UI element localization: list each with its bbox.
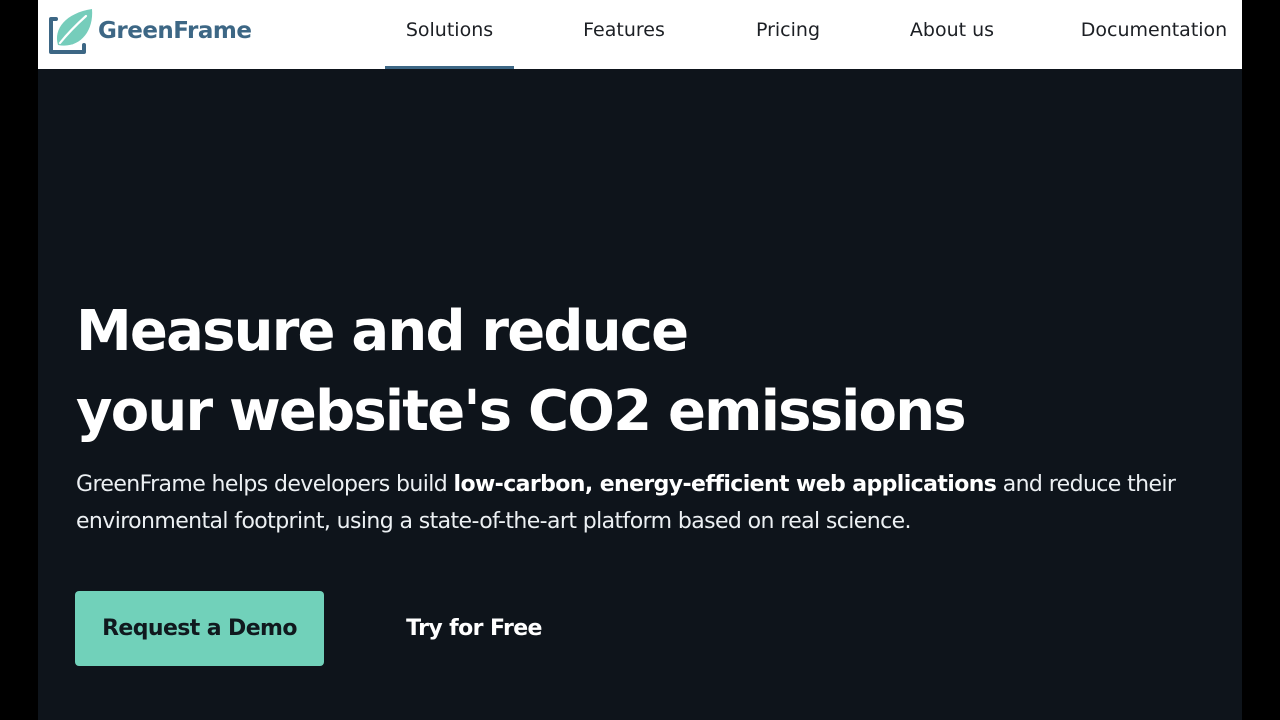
nav-item-documentation[interactable]: Documentation bbox=[1075, 0, 1233, 69]
leaf-frame-logo-icon bbox=[49, 9, 93, 54]
brand-logo-link[interactable]: GreenFrame bbox=[48, 5, 252, 57]
hero-title-line-1: Measure and reduce bbox=[76, 299, 689, 364]
hero-subtitle-highlight: low-carbon, energy-efficient web applica… bbox=[453, 472, 997, 497]
try-for-free-button[interactable]: Try for Free bbox=[388, 591, 560, 666]
page-viewport: GreenFrame Solutions Features Pricing Ab… bbox=[38, 0, 1242, 720]
navbar: GreenFrame Solutions Features Pricing Ab… bbox=[38, 0, 1242, 69]
hero-title-line-2: your website's CO2 emissions bbox=[76, 379, 967, 444]
brand-name: GreenFrame bbox=[98, 18, 252, 44]
hero-title: Measure and reduce your website's CO2 em… bbox=[76, 292, 1176, 452]
nav-item-pricing[interactable]: Pricing bbox=[742, 0, 834, 69]
nav-item-about-us[interactable]: About us bbox=[896, 0, 1008, 69]
request-demo-button[interactable]: Request a Demo bbox=[75, 591, 324, 666]
hero-subtitle: GreenFrame helps developers build low-ca… bbox=[76, 466, 1196, 540]
nav-item-features[interactable]: Features bbox=[566, 0, 682, 69]
hero-subtitle-prefix: GreenFrame helps developers build bbox=[76, 472, 454, 497]
nav-item-solutions[interactable]: Solutions bbox=[385, 0, 514, 69]
